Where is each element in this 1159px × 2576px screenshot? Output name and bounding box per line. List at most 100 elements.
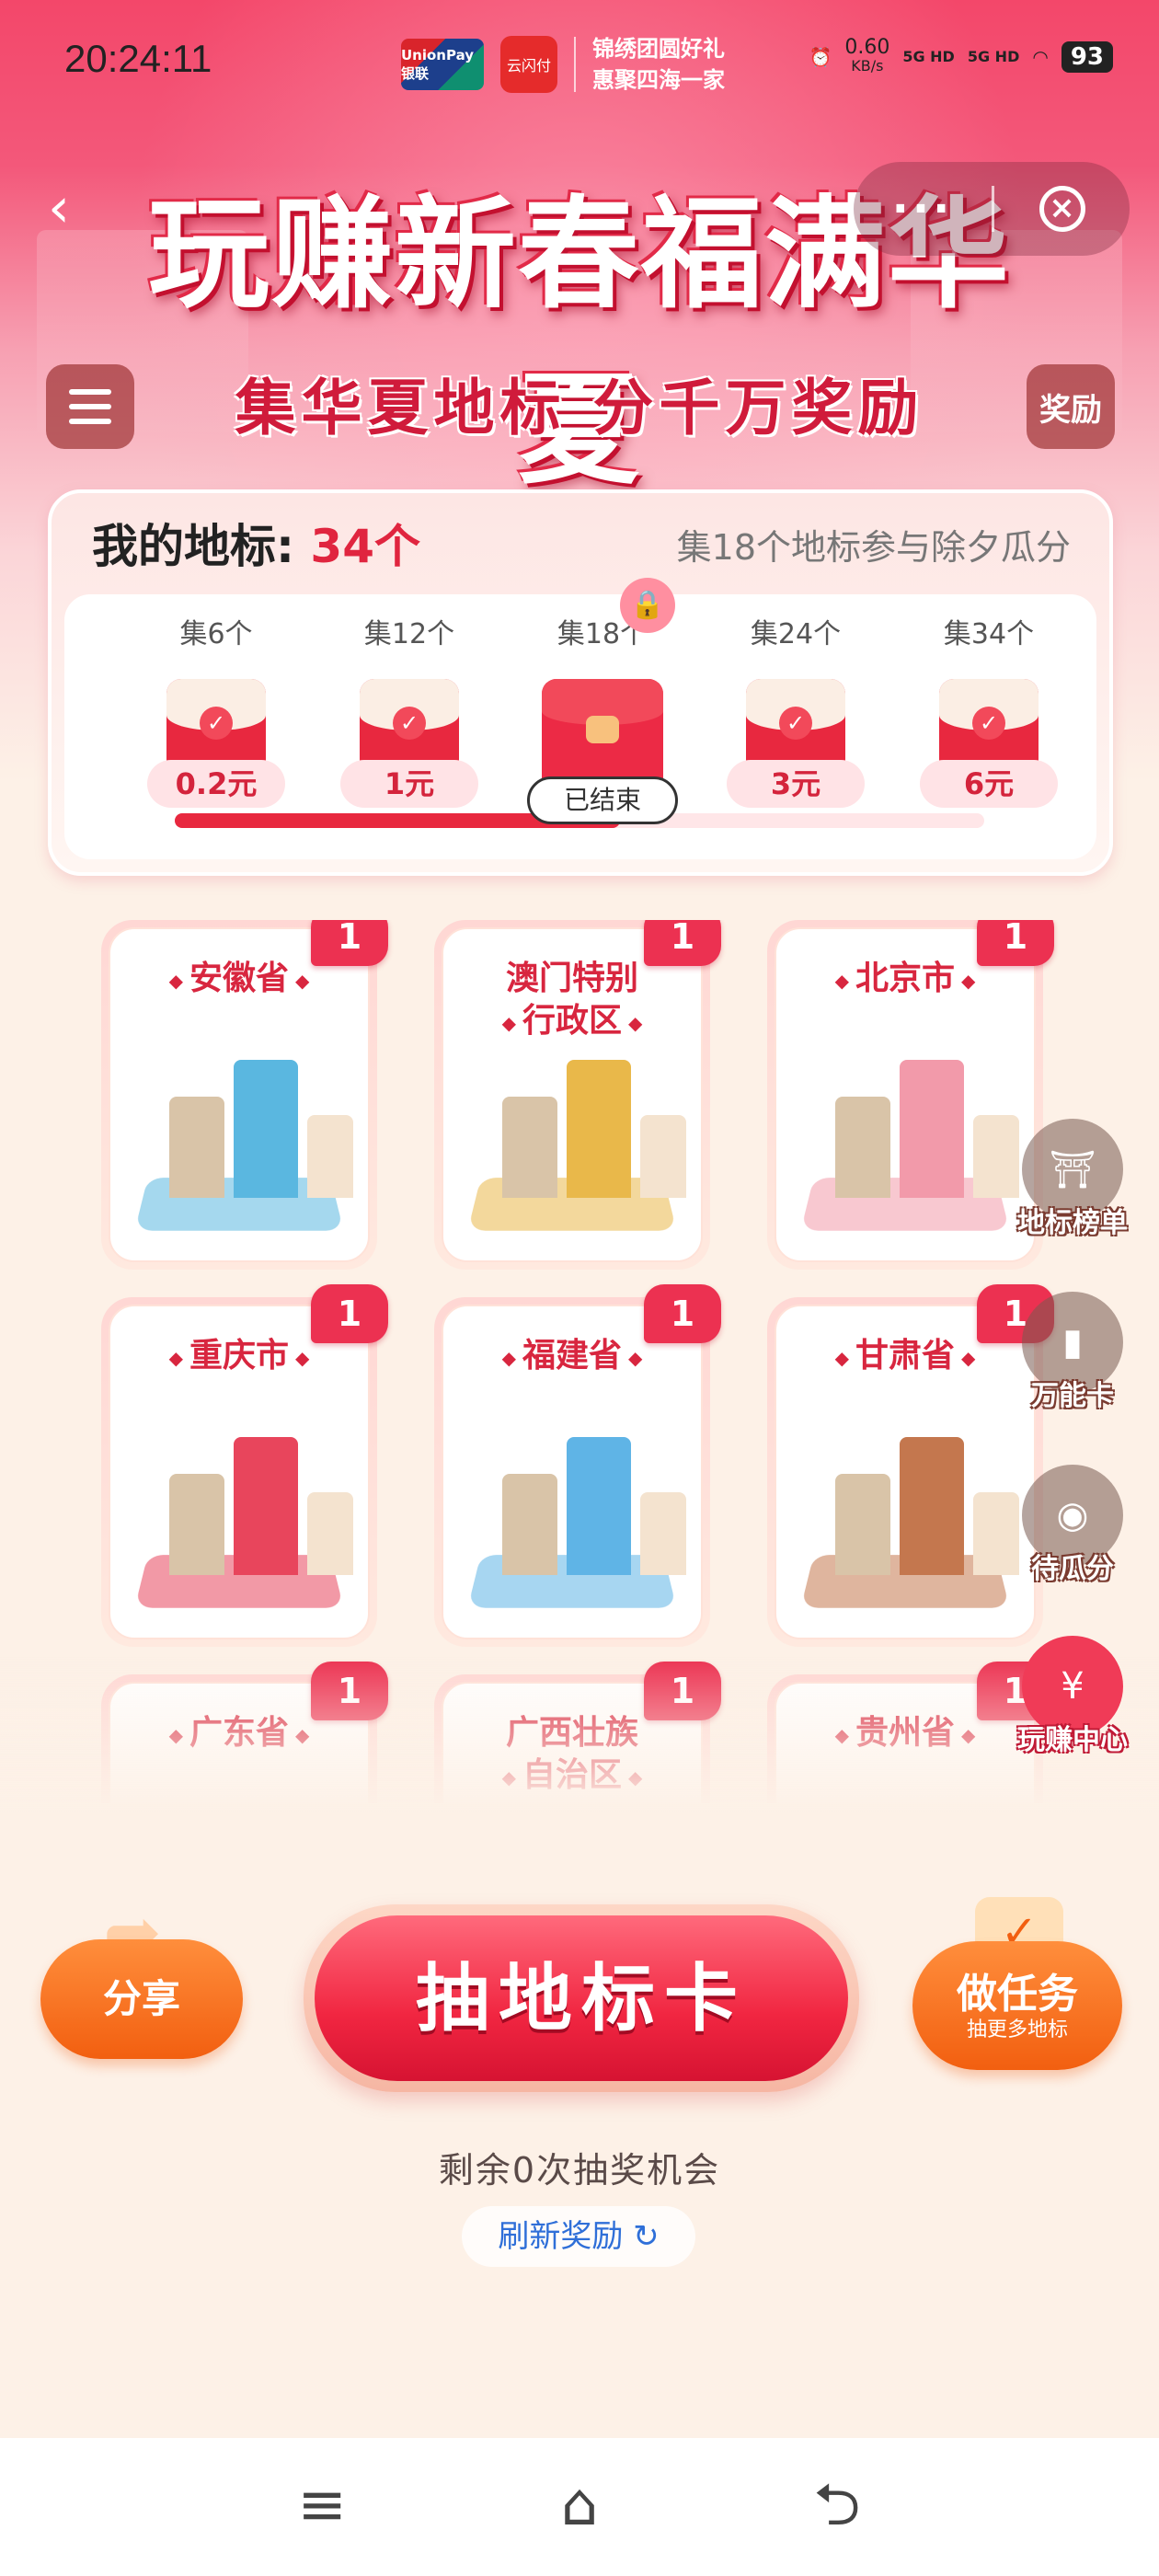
province-name: 甘肃省 bbox=[855, 1336, 955, 1374]
tier-amount: 1元 bbox=[340, 760, 478, 808]
side-button[interactable]: ◉ 待瓜分 bbox=[1008, 1465, 1137, 1586]
reward-tier[interactable]: 集12个 ✓ 1元 bbox=[322, 594, 497, 808]
landmark-illustration bbox=[132, 1051, 353, 1235]
my-landmarks-count: 34个 bbox=[310, 520, 421, 573]
province-name: 安徽省 bbox=[189, 959, 289, 997]
tier-label: 集34个 bbox=[943, 618, 1035, 650]
province-title: 澳门特别 ◆ 行政区 ◆ bbox=[443, 957, 701, 1044]
province-card-body: 澳门特别 ◆ 行政区 ◆ bbox=[442, 927, 703, 1262]
side-button-label: 待瓜分 bbox=[1031, 1553, 1114, 1585]
province-title: 广西壮族 ◆ 自治区 ◆ bbox=[443, 1711, 701, 1799]
net-speed-value: 0.60 bbox=[844, 36, 890, 59]
province-card[interactable]: ◆ 安徽省 ◆ 1 bbox=[101, 920, 388, 1270]
my-landmarks-title: 我的地标: 34个 bbox=[92, 510, 420, 576]
network-speed: 0.60 KB/s bbox=[844, 36, 890, 75]
tier-panel: 集6个 ✓ 0.2元 集12个 ✓ 1元 集18个 🔒 已结束 集24个 ✓ 3元 集34个 ✓ 6元 bbox=[64, 578, 1096, 859]
side-button-label: 万能卡 bbox=[1031, 1380, 1114, 1412]
brand-divider bbox=[574, 37, 576, 92]
my-landmarks-hint: 集18个地标参与除夕瓜分 bbox=[676, 527, 1071, 568]
province-count-badge: 1 bbox=[311, 1662, 388, 1720]
more-button[interactable]: ··· bbox=[854, 183, 992, 235]
check-icon: ✓ bbox=[200, 707, 233, 740]
close-button[interactable]: × bbox=[994, 186, 1130, 232]
province-card-body: ◆ 福建省 ◆ bbox=[442, 1305, 703, 1639]
province-card[interactable]: ◆ 贵州省 ◆ 1 bbox=[767, 1662, 1054, 1803]
yunshanfu-logo: 云闪付 bbox=[500, 36, 557, 93]
province-name: 重庆市 bbox=[189, 1336, 289, 1374]
province-card[interactable]: ◆ 福建省 ◆ 1 bbox=[434, 1284, 721, 1647]
province-card[interactable]: ◆ 甘肃省 ◆ 1 bbox=[767, 1284, 1054, 1647]
province-card[interactable]: ◆ 北京市 ◆ 1 bbox=[767, 920, 1054, 1270]
remaining-chances: 剩余0次抽奖机会 bbox=[438, 2150, 721, 2191]
province-name: 贵州省 bbox=[855, 1713, 955, 1752]
province-card[interactable]: ◆ 广东省 ◆ 1 bbox=[101, 1662, 388, 1803]
side-button-label: 玩赚中心 bbox=[1017, 1724, 1128, 1756]
tier-amount: 3元 bbox=[727, 760, 865, 808]
province-card-body: ◆ 甘肃省 ◆ bbox=[775, 1305, 1036, 1639]
landmark-illustration bbox=[798, 1051, 1019, 1235]
back-nav-icon[interactable]: ⮌ bbox=[800, 2473, 874, 2537]
home-nav-icon[interactable]: ⌂ bbox=[543, 2473, 616, 2537]
province-grid: ◆ 安徽省 ◆ 1 澳门特别 ◆ 行政区 ◆ 1 ◆ 北京市 ◆ 1 ◆ 重庆市 ◆ 1 ◆ 福建… bbox=[92, 920, 1085, 1803]
province-card-body: ◆ 北京市 ◆ bbox=[775, 927, 1036, 1262]
wifi-icon: ◠ bbox=[1032, 46, 1049, 68]
reward-button[interactable]: 奖励 bbox=[1027, 364, 1115, 449]
chevron-left-icon: ‹ bbox=[48, 176, 70, 240]
menu-nav-icon[interactable]: ≡ bbox=[285, 2473, 359, 2537]
status-indicators: ⏰ 0.60 KB/s 5G HD 5G HD ◠ 93 bbox=[809, 36, 1113, 75]
province-card-body: ◆ 安徽省 ◆ bbox=[109, 927, 370, 1262]
menu-button[interactable] bbox=[46, 364, 134, 449]
side-button[interactable]: ¥ 玩赚中心 bbox=[1008, 1636, 1137, 1757]
task-title: 做任务 bbox=[957, 1971, 1078, 2018]
province-count-badge: 1 bbox=[311, 1284, 388, 1343]
reward-tier[interactable]: 集34个 ✓ 6元 bbox=[901, 594, 1076, 808]
side-button[interactable]: ⛩ 地标榜单 bbox=[1008, 1119, 1137, 1240]
province-count-badge: 1 bbox=[644, 1284, 721, 1343]
tier-label: 集24个 bbox=[750, 618, 842, 650]
system-nav-bar: ≡ ⌂ ⮌ bbox=[0, 2438, 1159, 2576]
net-speed-unit: KB/s bbox=[851, 57, 884, 75]
side-button[interactable]: ▮ 万能卡 bbox=[1008, 1292, 1137, 1413]
reward-tier[interactable]: 集6个 ✓ 0.2元 bbox=[129, 594, 304, 808]
check-icon: ✓ bbox=[779, 707, 812, 740]
province-count-badge: 1 bbox=[644, 920, 721, 966]
battery-level: 93 bbox=[1061, 41, 1113, 73]
landmark-illustration bbox=[465, 1051, 686, 1235]
refresh-reward-button[interactable]: 刷新奖励 ↻ bbox=[462, 2206, 695, 2267]
clock: 20:24:11 bbox=[64, 37, 212, 80]
reward-tier[interactable]: 集24个 ✓ 3元 bbox=[708, 594, 883, 808]
reward-tier[interactable]: 集18个 🔒 已结束 bbox=[515, 578, 690, 824]
my-landmarks-label: 我的地标: bbox=[92, 520, 294, 573]
page-subtitle: 集华夏地标 分千万奖励 bbox=[235, 372, 924, 443]
tier-label: 集12个 bbox=[363, 618, 455, 650]
hamburger-icon bbox=[69, 389, 111, 395]
landmark-illustration bbox=[132, 1428, 353, 1612]
tier-amount: 6元 bbox=[920, 760, 1058, 808]
tier-list: 集6个 ✓ 0.2元 集12个 ✓ 1元 集18个 🔒 已结束 集24个 ✓ 3元 集34个 ✓ 6元 bbox=[64, 578, 1096, 859]
province-card[interactable]: ◆ 重庆市 ◆ 1 bbox=[101, 1284, 388, 1647]
province-card[interactable]: 澳门特别 ◆ 行政区 ◆ 1 bbox=[434, 920, 721, 1270]
tier-label: 集6个 bbox=[179, 618, 253, 650]
check-icon: ✓ bbox=[393, 707, 426, 740]
province-count-badge: 1 bbox=[977, 920, 1054, 966]
signal-sim1: 5G HD bbox=[902, 48, 955, 65]
province-name-line2: 行政区 bbox=[522, 1001, 622, 1040]
slogan-line-1: 锦绣团圆好礼 bbox=[592, 36, 725, 62]
alarm-icon: ⏰ bbox=[809, 46, 832, 68]
task-subtitle: 抽更多地标 bbox=[966, 2018, 1068, 2041]
share-button[interactable]: 分享 bbox=[40, 1939, 243, 2059]
province-card[interactable]: 广西壮族 ◆ 自治区 ◆ 1 bbox=[434, 1662, 721, 1803]
signal-sim2: 5G HD bbox=[967, 48, 1020, 65]
side-button-label: 地标榜单 bbox=[1017, 1207, 1128, 1239]
tier-amount: 0.2元 bbox=[147, 760, 285, 808]
landmark-illustration bbox=[465, 1428, 686, 1612]
do-task-button[interactable]: 做任务 抽更多地标 bbox=[912, 1941, 1122, 2070]
brand-badges: UnionPay 银联 云闪付 锦绣团圆好礼 惠聚四海一家 bbox=[401, 33, 725, 96]
draw-card-button[interactable]: 抽地标卡 bbox=[304, 1904, 859, 2092]
brand-slogan: 锦绣团圆好礼 惠聚四海一家 bbox=[592, 33, 725, 96]
mini-program-capsule: ··· × bbox=[854, 162, 1130, 256]
unionpay-logo: UnionPay 银联 bbox=[401, 39, 484, 90]
tier-amount: 已结束 bbox=[527, 776, 678, 824]
province-name: 北京市 bbox=[855, 959, 955, 997]
back-button[interactable]: ‹ bbox=[48, 180, 70, 236]
